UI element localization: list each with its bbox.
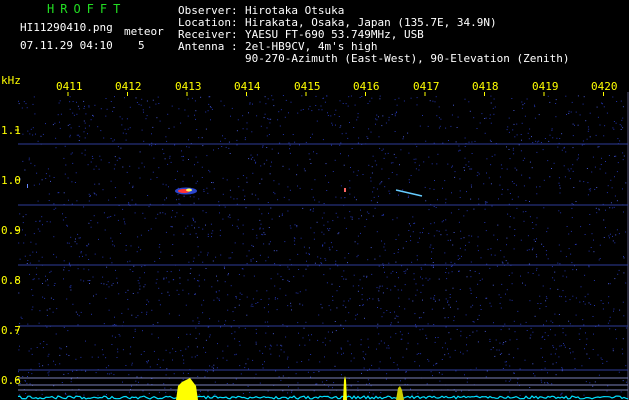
x-tick-0419: 0419	[532, 80, 559, 93]
x-tick-0411: 0411	[56, 80, 83, 93]
meteor-echo-streak	[395, 189, 423, 197]
antenna-label: Antenna	[178, 40, 225, 53]
x-tick-0412: 0412	[115, 80, 142, 93]
y-tick-2: 1.0	[1, 174, 21, 187]
y-tick-5: 0.7	[1, 324, 21, 337]
spectrogram-window: HROFFT HI11290410.png 07.11.29 04:10 met…	[0, 0, 629, 400]
antenna-value-line2: 90-270-Azimuth (East-West), 90-Elevation…	[245, 52, 570, 65]
brand-title: HROFFT	[47, 2, 127, 16]
x-tick-0413: 0413	[175, 80, 202, 93]
file-name: HI11290410.png	[20, 21, 113, 34]
meteor-count: 5	[138, 39, 145, 52]
signal-burst-0417	[396, 386, 404, 400]
meteor-label: meteor	[124, 25, 164, 38]
x-tick-0417: 0417	[413, 80, 440, 93]
x-tick-0414: 0414	[234, 80, 261, 93]
meteor-echo-small	[344, 188, 346, 192]
meteor-echo-edge	[27, 184, 28, 188]
y-tick-1: 1.1	[1, 124, 21, 137]
x-tick-0420: 0420	[591, 80, 618, 93]
signal-level-trace	[17, 395, 629, 400]
signal-burst-0416	[343, 376, 347, 400]
timestamp: 07.11.29 04:10	[20, 39, 113, 52]
x-tick-0416: 0416	[353, 80, 380, 93]
y-tick-4: 0.8	[1, 274, 21, 287]
y-tick-6: 0.6	[1, 374, 21, 387]
y-tick-3: 0.9	[1, 224, 21, 237]
y-axis-unit: kHz	[1, 74, 21, 87]
x-tick-0418: 0418	[472, 80, 499, 93]
signal-burst-0413	[176, 378, 198, 400]
x-tick-0415: 0415	[294, 80, 321, 93]
noise-layer	[18, 95, 627, 396]
meteor-echo-hot	[186, 188, 192, 192]
